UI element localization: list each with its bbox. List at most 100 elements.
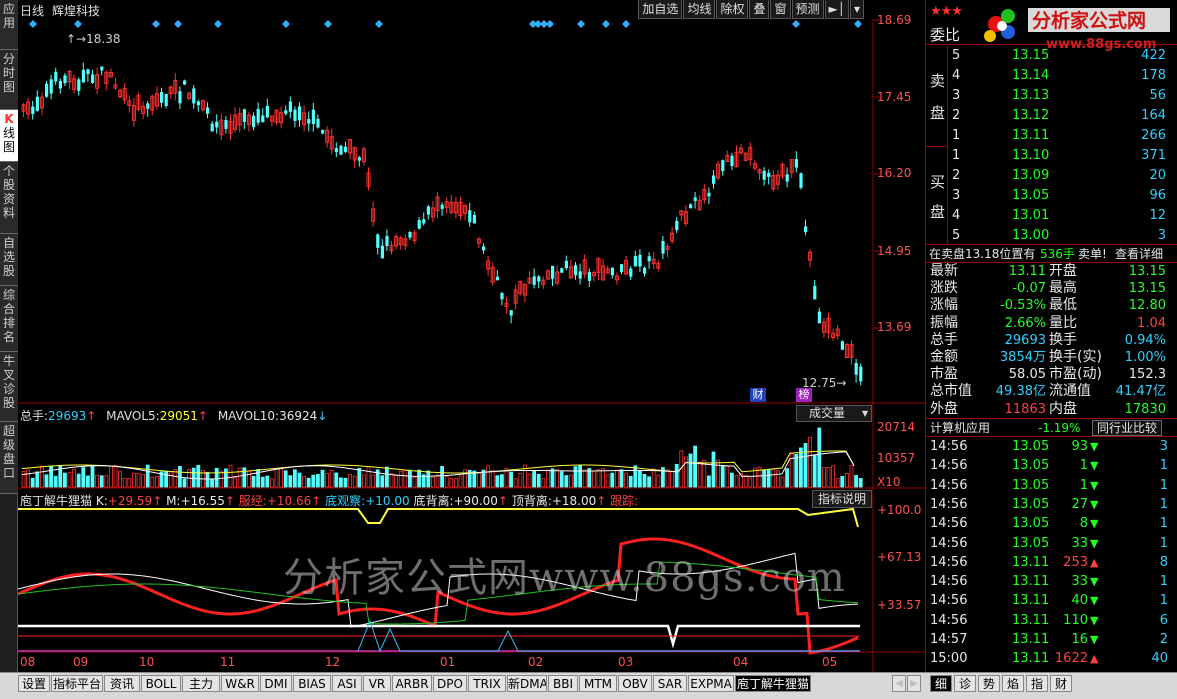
quote-stat-row: 涨跌 -0.07 最高 13.15 (930, 280, 1166, 297)
indicator-tab[interactable]: OBV (618, 675, 652, 692)
site-logo: 分析家公式网 www.88gs.com (984, 8, 1170, 52)
arrow-down-icon: ▼ (1090, 575, 1099, 589)
tab-apps[interactable]: 应用 (0, 0, 18, 50)
panel-tab[interactable]: 诊 (954, 675, 976, 692)
indicator-axis-label: +33.57 (877, 598, 922, 612)
indicator-help-button[interactable]: 指标说明 (812, 490, 872, 508)
sell-level-row[interactable]: 3 13.13 56 (926, 86, 1177, 105)
window-button[interactable]: 窗 (770, 0, 791, 19)
buy-level-row[interactable]: 4 13.01 12 (926, 206, 1177, 225)
month-label: 04 (733, 655, 749, 669)
panel-tab[interactable]: 指 (1026, 675, 1048, 692)
indicator-tab[interactable]: 主力 (182, 675, 220, 692)
month-label: 08 (20, 655, 36, 669)
sell-level-row[interactable]: 2 13.12 164 (926, 106, 1177, 125)
tick-row: 15:00 13.11 1622 ▲ 40 (930, 651, 1168, 667)
arrow-up-icon: ▲ (1090, 555, 1099, 569)
indicator-tab[interactable]: BBI (548, 675, 578, 692)
buy-level-row[interactable]: 5 13.00 3 (926, 226, 1177, 245)
high-annotation: ↑→18.38 (66, 32, 121, 46)
dropdown-arrow-icon[interactable]: ▾ (849, 0, 864, 19)
indicator-tab[interactable]: 资讯 (104, 675, 140, 692)
chart-toolbar: 加自选 均线 除权 叠 窗 预测 ►│ ▾ (637, 0, 864, 19)
indicator-tab[interactable]: 庖丁解牛狸猫 (735, 675, 811, 692)
pin-icon[interactable]: ►│ (824, 0, 849, 19)
indicator-tab[interactable]: VR (363, 675, 391, 692)
month-label: 01 (440, 655, 456, 669)
tick-row: 14:56 13.11 253 ▲ 8 (930, 554, 1168, 570)
sector-row: 计算机应用 -1.19% 同行业比较 (926, 418, 1177, 437)
tab-diagnosis[interactable]: 牛叉诊股 (0, 352, 18, 422)
indicator-tab-bar: 设置 指标平台 资讯 BOLL 主力 W&R DMI BIAS ASI VR ARBR DPO TRIX… (0, 672, 1177, 699)
panel-tab[interactable]: 财 (1050, 675, 1072, 692)
tick-row: 14:56 13.05 1 ▼ 1 (930, 458, 1168, 474)
forecast-button[interactable]: 预测 (791, 0, 824, 19)
tick-row: 14:56 13.05 33 ▼ 1 (930, 535, 1168, 551)
arrow-down-icon: ▼ (1090, 459, 1099, 473)
chart-mode: 日线 (20, 4, 45, 18)
month-label: 03 (618, 655, 634, 669)
tick-row: 14:56 13.05 93 ▼ 3 (930, 439, 1168, 454)
moving-average-button[interactable]: 均线 (683, 0, 716, 19)
ex-rights-button[interactable]: 除权 (716, 0, 749, 19)
indicator-tab[interactable]: 指标平台 (51, 675, 103, 692)
quote-stat-row: 最新 13.11 开盘 13.15 (930, 263, 1166, 279)
price-axis-label: 17.45 (877, 90, 912, 104)
indicator-tab[interactable]: ARBR (392, 675, 432, 692)
tab-super-quote[interactable]: 超级盘口 (0, 422, 18, 494)
quote-stat-row: 市盈 58.05 市盈(动) 152.3 (930, 366, 1166, 383)
volume-bars (21, 427, 863, 488)
panel-tab[interactable]: 焰 (1002, 675, 1024, 692)
indicator-tab[interactable]: W&R (221, 675, 259, 692)
buy-level-row[interactable]: 1 13.10 371 (926, 146, 1177, 165)
quote-panel: ★★★ 委比 卖 盘 买 盘 5 13.15 422 4 13.14 178 3… (925, 0, 1177, 672)
panel-tab[interactable]: 势 (978, 675, 1000, 692)
indicator-tab[interactable]: BOLL (141, 675, 181, 692)
arrow-down-icon: ▼ (1090, 536, 1099, 550)
stock-title: 日线 辉煌科技 (20, 2, 100, 19)
quote-stat-row: 金额 3854万 换手(实) 1.00% (930, 349, 1166, 365)
tab-watchlist[interactable]: 自选股 (0, 234, 18, 286)
month-label: 02 (528, 655, 544, 669)
tab-ranking[interactable]: 综合排名 (0, 286, 18, 352)
arrow-down-icon: ▼ (1090, 594, 1099, 608)
panel-tab[interactable]: 细 (930, 675, 952, 692)
sell-level-row[interactable]: 4 13.14 178 (926, 66, 1177, 85)
sell-level-row[interactable]: 1 13.11 266 (926, 126, 1177, 145)
indicator-legend: 庖丁解牛狸猫 K:+29.59↑ M:+16.55↑ 服经:+10.66↑ 底观… (20, 494, 639, 508)
price-axis-label: 18.69 (877, 13, 912, 27)
indicator-tab[interactable]: BIAS (293, 675, 331, 692)
indicator-tab[interactable]: 新DMA (507, 675, 547, 692)
month-label: 12 (325, 655, 341, 669)
month-label: 10 (139, 655, 155, 669)
detail-link[interactable]: 查看详细 (1115, 245, 1163, 264)
tab-intraday[interactable]: 分时图 (0, 50, 18, 110)
arrow-down-icon: ▼ (1090, 478, 1099, 492)
overlay-button[interactable]: 叠 (749, 0, 770, 19)
finance-event-marker[interactable]: 财 (750, 388, 766, 402)
indicator-tab[interactable]: DMI (260, 675, 292, 692)
sector-compare-button[interactable]: 同行业比较 (1092, 420, 1163, 436)
left-tab-bar: 应用 分时图 K线图 个股资料 自选股 综合排名 牛叉诊股 超级盘口 (0, 0, 18, 672)
rating-stars-icon: ★★★ (930, 4, 963, 19)
indicator-tab[interactable]: DPO (433, 675, 467, 692)
scroll-left-icon[interactable]: ◀ (892, 675, 906, 692)
scroll-right-icon[interactable]: ▶ (907, 675, 921, 692)
add-watchlist-button[interactable]: 加自选 (638, 0, 683, 19)
ranking-event-marker[interactable]: 榜 (796, 388, 812, 402)
volume-legend: 总手:29693↑ MAVOL5:29051↑ MAVOL10:36924↓ (20, 409, 328, 423)
indicator-tab[interactable]: SAR (653, 675, 687, 692)
logo-url: www.88gs.com (1046, 37, 1156, 52)
indicator-tab[interactable]: 设置 (18, 675, 50, 692)
buy-level-row[interactable]: 3 13.05 96 (926, 186, 1177, 205)
indicator-tab[interactable]: TRIX (468, 675, 506, 692)
buy-level-row[interactable]: 2 13.09 20 (926, 166, 1177, 185)
info-markers (29, 20, 862, 28)
tab-stock-profile[interactable]: 个股资料 (0, 162, 18, 234)
indicator-tab[interactable]: EXPMA (688, 675, 734, 692)
tab-kline[interactable]: K线图 (0, 110, 18, 162)
indicator-tab[interactable]: ASI (332, 675, 362, 692)
indicator-selector[interactable]: 成交量 ▾ (796, 405, 872, 422)
indicator-tab[interactable]: MTM (579, 675, 617, 692)
app-window: 应用 分时图 K线图 个股资料 自选股 综合排名 牛叉诊股 超级盘口 日线 辉煌科… (0, 0, 1177, 699)
